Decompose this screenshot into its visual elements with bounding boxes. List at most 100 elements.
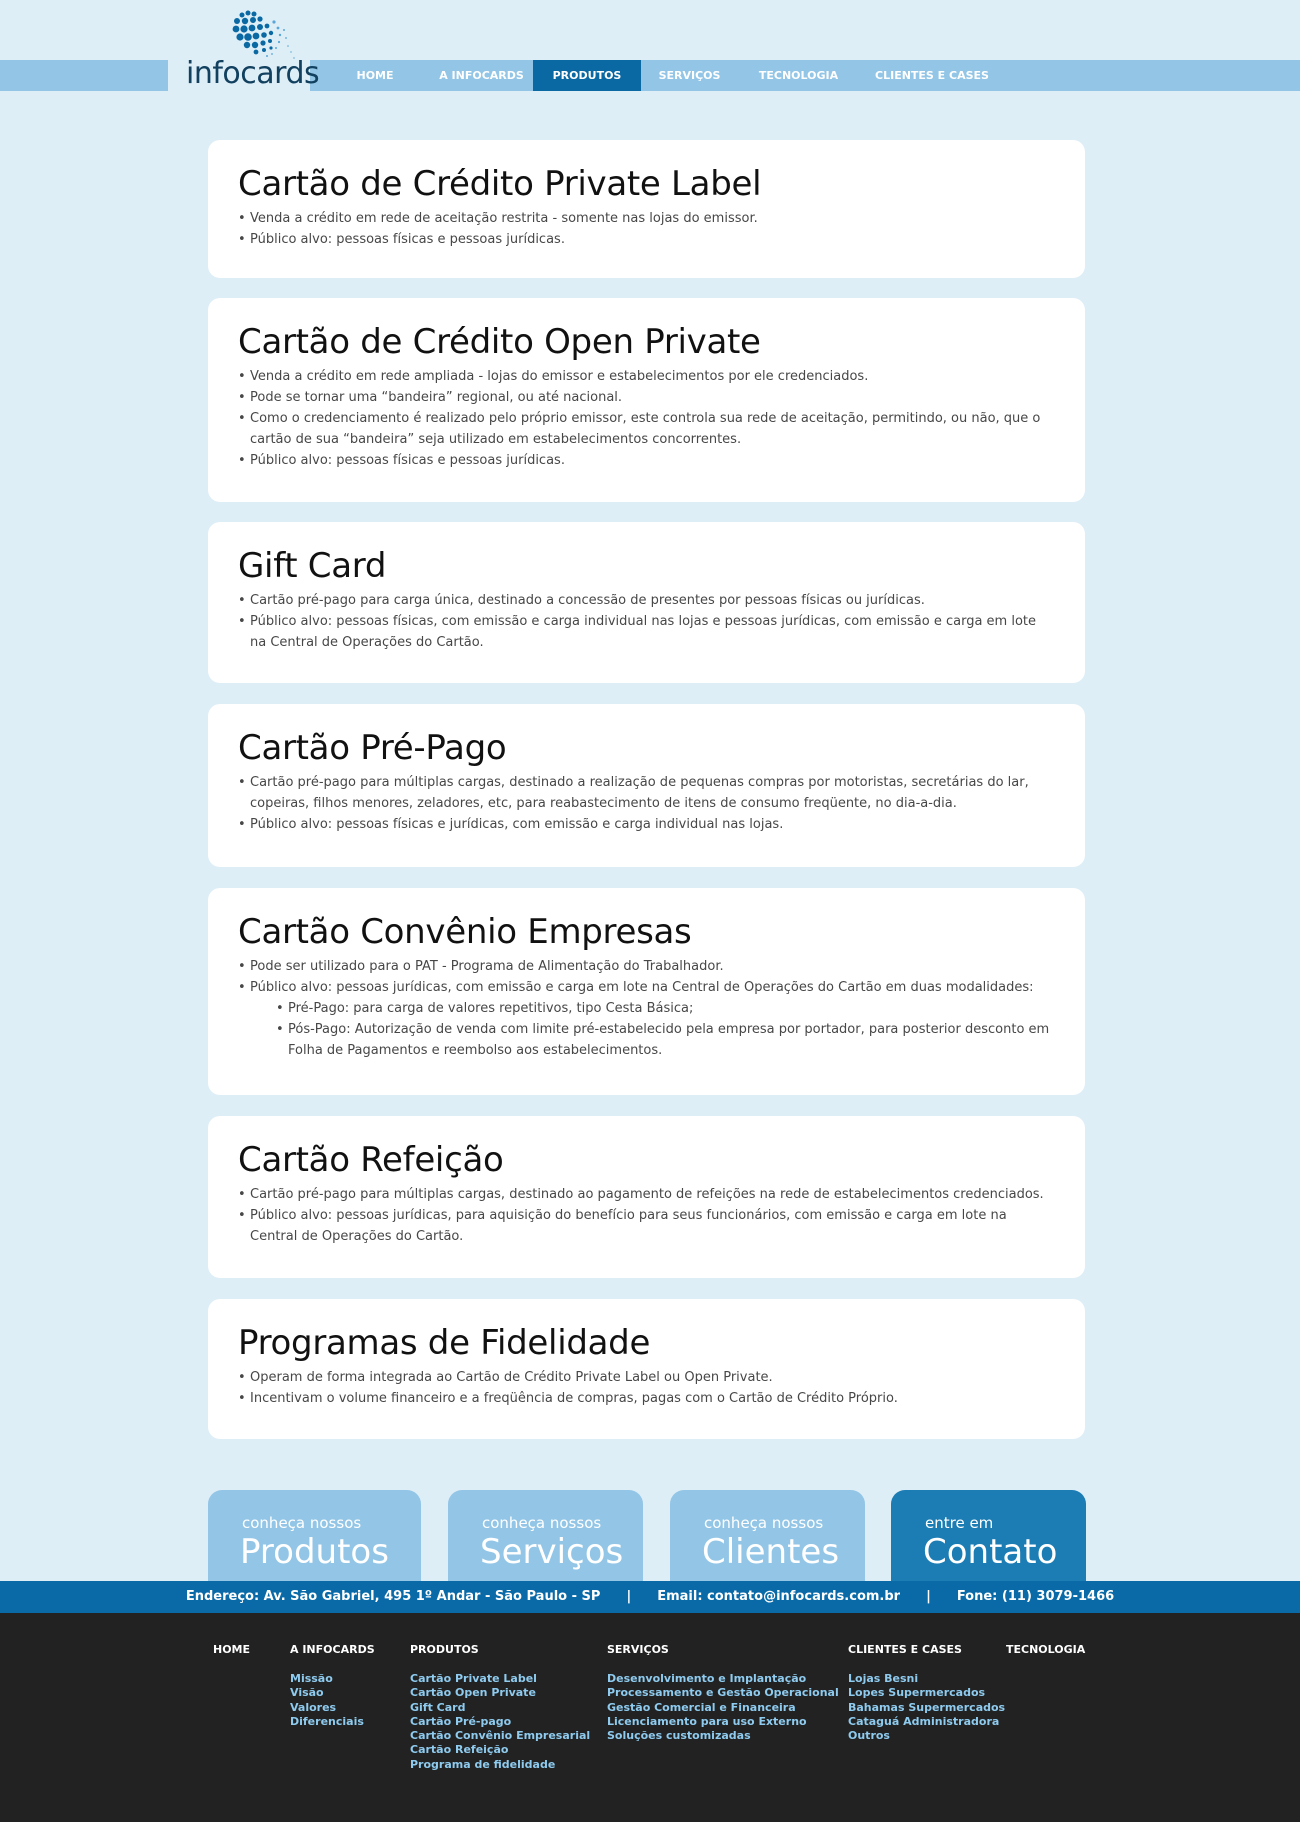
bullet-list: Venda a crédito em rede de aceitação res… <box>238 208 1055 250</box>
bullet-item: Público alvo: pessoas físicas e pessoas … <box>238 229 1055 250</box>
footer-link[interactable]: Cartão Open Private <box>410 1686 590 1700</box>
bullet-list: Pode ser utilizado para o PAT - Programa… <box>238 956 1055 1061</box>
bullet-item: Cartão pré-pago para múltiplas cargas, d… <box>238 1184 1055 1205</box>
contact-info-bar: Endereço: Av. São Gabriel, 495 1º Andar … <box>0 1581 1300 1613</box>
bullet-item: Público alvo: pessoas jurídicas, com emi… <box>238 977 1055 998</box>
bullet-item: Pode ser utilizado para o PAT - Programa… <box>238 956 1055 977</box>
cta-servicos[interactable]: conheça nossos Serviços <box>448 1490 643 1582</box>
footer-heading[interactable]: TECNOLOGIA <box>1006 1643 1085 1657</box>
product-title: Programas de Fidelidade <box>238 1323 651 1363</box>
footer-link[interactable]: Soluções customizadas <box>607 1729 839 1743</box>
footer-col-produtos: PRODUTOS Cartão Private Label Cartão Ope… <box>410 1643 590 1772</box>
bullet-list: Cartão pré-pago para múltiplas cargas, d… <box>238 1184 1055 1247</box>
bullet-item: Venda a crédito em rede de aceitação res… <box>238 208 1055 229</box>
email-link[interactable]: Email: contato@infocards.com.br <box>657 1581 900 1613</box>
footer-link[interactable]: Processamento e Gestão Operacional <box>607 1686 839 1700</box>
bullet-item: Cartão pré-pago para múltiplas cargas, d… <box>238 772 1055 814</box>
bullet-item: Cartão pré-pago para carga única, destin… <box>238 590 1055 611</box>
nav-tecnologia[interactable]: TECNOLOGIA <box>738 60 859 91</box>
product-title: Cartão de Crédito Open Private <box>238 322 761 362</box>
footer-link[interactable]: Programa de fidelidade <box>410 1758 590 1772</box>
footer-col-clientes: CLIENTES E CASES Lojas Besni Lopes Super… <box>848 1643 1005 1743</box>
cta-clientes[interactable]: conheça nossos Clientes <box>670 1490 865 1582</box>
footer-link[interactable]: Cartão Refeição <box>410 1743 590 1757</box>
bullet-item: Operam de forma integrada ao Cartão de C… <box>238 1367 1055 1388</box>
footer-col-servicos: SERVIÇOS Desenvolvimento e Implantação P… <box>607 1643 839 1743</box>
footer-link[interactable]: Cartão Private Label <box>410 1672 590 1686</box>
nav-clientes-e-cases[interactable]: CLIENTES E CASES <box>859 60 1005 91</box>
logo[interactable]: infocards <box>168 0 320 92</box>
product-card-fidelidade: Programas de Fidelidade Operam de forma … <box>208 1299 1085 1439</box>
cta-small-text: conheça nossos <box>482 1514 602 1532</box>
sub-bullet-item: Pré-Pago: para carga de valores repetiti… <box>238 998 1055 1019</box>
bullet-list: Cartão pré-pago para carga única, destin… <box>238 590 1055 653</box>
footer-link[interactable]: Desenvolvimento e Implantação <box>607 1672 839 1686</box>
product-title: Gift Card <box>238 546 387 586</box>
product-card-refeicao: Cartão Refeição Cartão pré-pago para múl… <box>208 1116 1085 1278</box>
product-card-private-label: Cartão de Crédito Private Label Venda a … <box>208 140 1085 278</box>
cta-small-text: conheça nossos <box>242 1514 362 1532</box>
address-text: Endereço: Av. São Gabriel, 495 1º Andar … <box>185 1589 601 1604</box>
bullet-list: Cartão pré-pago para múltiplas cargas, d… <box>238 772 1055 835</box>
footer-link[interactable]: Outros <box>848 1729 1005 1743</box>
footer-heading[interactable]: HOME <box>213 1643 250 1657</box>
footer-link[interactable]: Lopes Supermercados <box>848 1686 1005 1700</box>
main-nav: HOME A INFOCARDS PRODUTOS SERVIÇOS TECNO… <box>320 60 1005 91</box>
footer-link[interactable]: Lojas Besni <box>848 1672 1005 1686</box>
bullet-item: Pode se tornar uma “bandeira” regional, … <box>238 387 1055 408</box>
footer-link[interactable]: Licenciamento para uso Externo <box>607 1715 839 1729</box>
footer-heading[interactable]: CLIENTES E CASES <box>848 1643 1005 1657</box>
product-title: Cartão de Crédito Private Label <box>238 164 762 204</box>
cta-big-text: Produtos <box>240 1532 389 1572</box>
product-card-open-private: Cartão de Crédito Open Private Venda a c… <box>208 298 1085 502</box>
footer-link[interactable]: Visão <box>290 1686 375 1700</box>
bullet-item: Público alvo: pessoas físicas e jurídica… <box>238 814 1055 835</box>
product-title: Cartão Pré-Pago <box>238 728 507 768</box>
product-card-gift-card: Gift Card Cartão pré-pago para carga úni… <box>208 522 1085 683</box>
product-title: Cartão Convênio Empresas <box>238 912 692 952</box>
cta-big-text: Serviços <box>480 1532 624 1572</box>
footer-link[interactable]: Diferenciais <box>290 1715 375 1729</box>
footer-link[interactable]: Missão <box>290 1672 375 1686</box>
nav-home[interactable]: HOME <box>320 60 430 91</box>
product-card-pre-pago: Cartão Pré-Pago Cartão pré-pago para múl… <box>208 704 1085 867</box>
cta-produtos[interactable]: conheça nossos Produtos <box>208 1490 421 1582</box>
footer-heading[interactable]: A INFOCARDS <box>290 1643 375 1657</box>
cta-big-text: Contato <box>923 1532 1058 1572</box>
nav-servicos[interactable]: SERVIÇOS <box>641 60 738 91</box>
footer-link[interactable]: Cartão Pré-pago <box>410 1715 590 1729</box>
bullet-list: Venda a crédito em rede ampliada - lojas… <box>238 366 1055 471</box>
footer-heading[interactable]: SERVIÇOS <box>607 1643 839 1657</box>
cta-small-text: entre em <box>925 1514 994 1532</box>
bullet-item: Público alvo: pessoas jurídicas, para aq… <box>238 1205 1055 1247</box>
footer-link[interactable]: Cartão Convênio Empresarial <box>410 1729 590 1743</box>
bullet-list: Operam de forma integrada ao Cartão de C… <box>238 1367 1055 1409</box>
logo-text: infocards <box>186 56 320 91</box>
cta-small-text: conheça nossos <box>704 1514 824 1532</box>
footer: HOME A INFOCARDS Missão Visão Valores Di… <box>0 1613 1300 1822</box>
cta-contato[interactable]: entre em Contato <box>891 1490 1086 1582</box>
footer-heading[interactable]: PRODUTOS <box>410 1643 590 1657</box>
nav-a-infocards[interactable]: A INFOCARDS <box>430 60 533 91</box>
product-card-convenio-empresas: Cartão Convênio Empresas Pode ser utiliz… <box>208 888 1085 1095</box>
product-title: Cartão Refeição <box>238 1140 504 1180</box>
footer-link[interactable]: Bahamas Supermercados <box>848 1701 1005 1715</box>
bullet-item: Como o credenciamento é realizado pelo p… <box>238 408 1055 450</box>
footer-link[interactable]: Valores <box>290 1701 375 1715</box>
bullet-item: Venda a crédito em rede ampliada - lojas… <box>238 366 1055 387</box>
separator: | <box>926 1589 931 1604</box>
bullet-item: Público alvo: pessoas físicas e pessoas … <box>238 450 1055 471</box>
bullet-item: Incentivam o volume financeiro e a freqü… <box>238 1388 1055 1409</box>
separator: | <box>626 1589 632 1604</box>
footer-col-home: HOME <box>213 1643 250 1672</box>
footer-col-tecnologia: TECNOLOGIA <box>1006 1643 1085 1672</box>
footer-link[interactable]: Gestão Comercial e Financeira <box>607 1701 839 1715</box>
cta-big-text: Clientes <box>702 1532 840 1572</box>
phone-text: Fone: (11) 3079-1466 <box>956 1589 1115 1604</box>
footer-link[interactable]: Cataguá Administradora <box>848 1715 1005 1729</box>
sub-bullet-item: Pós-Pago: Autorização de venda com limit… <box>238 1019 1055 1061</box>
nav-produtos[interactable]: PRODUTOS <box>533 60 641 91</box>
footer-col-a-infocards: A INFOCARDS Missão Visão Valores Diferen… <box>290 1643 375 1729</box>
bullet-item: Público alvo: pessoas físicas, com emiss… <box>238 611 1055 653</box>
footer-link[interactable]: Gift Card <box>410 1701 590 1715</box>
